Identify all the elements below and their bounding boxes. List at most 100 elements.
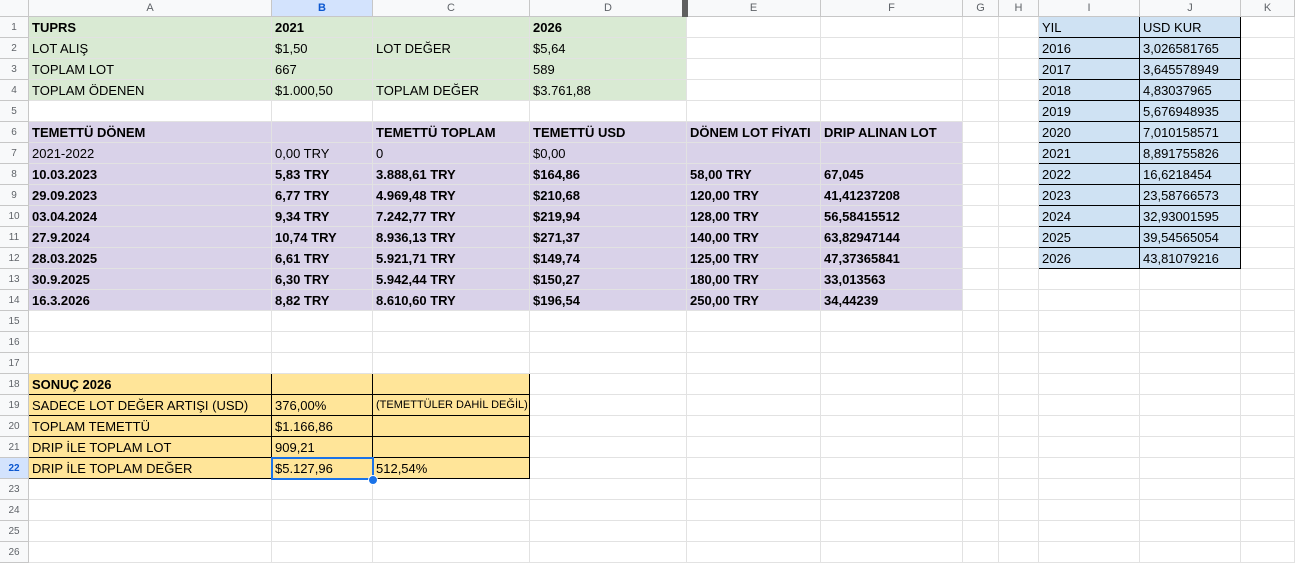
grid-cell[interactable] — [963, 311, 999, 332]
grid-cell[interactable] — [1039, 374, 1140, 395]
grid-cell[interactable] — [1241, 227, 1295, 248]
results-cell[interactable]: 512,54% — [373, 458, 530, 479]
column-header-b[interactable]: B — [272, 0, 373, 17]
grid-cell[interactable] — [530, 311, 687, 332]
grid-cell[interactable] — [963, 332, 999, 353]
fx-cell[interactable]: 2024 — [1039, 206, 1140, 227]
grid-cell[interactable] — [272, 101, 373, 122]
grid-cell[interactable] — [999, 416, 1039, 437]
dividend-cell[interactable]: 6,61 TRY — [272, 248, 373, 269]
dividend-cell[interactable]: 34,44239 — [821, 290, 963, 311]
grid-cell[interactable] — [821, 17, 963, 38]
grid-cell[interactable] — [821, 437, 963, 458]
grid-cell[interactable] — [272, 521, 373, 542]
fill-handle[interactable] — [368, 475, 378, 485]
dividend-cell[interactable]: $271,37 — [530, 227, 687, 248]
grid-cell[interactable] — [999, 101, 1039, 122]
grid-cell[interactable] — [1039, 290, 1140, 311]
grid-cell[interactable] — [687, 458, 821, 479]
row-header-24[interactable]: 24 — [0, 500, 29, 521]
row-header-26[interactable]: 26 — [0, 542, 29, 563]
results-cell[interactable]: 909,21 — [272, 437, 373, 458]
dividend-cell[interactable]: 250,00 TRY — [687, 290, 821, 311]
grid-cell[interactable] — [821, 101, 963, 122]
grid-cell[interactable] — [272, 542, 373, 563]
grid-cell[interactable] — [821, 479, 963, 500]
grid-cell[interactable] — [272, 500, 373, 521]
grid-cell[interactable] — [821, 353, 963, 374]
grid-cell[interactable] — [687, 395, 821, 416]
row-header-16[interactable]: 16 — [0, 332, 29, 353]
row-header-13[interactable]: 13 — [0, 269, 29, 290]
grid-cell[interactable] — [963, 143, 999, 164]
grid-cell[interactable] — [373, 479, 530, 500]
column-header-e[interactable]: E — [687, 0, 821, 17]
grid-cell[interactable] — [1241, 458, 1295, 479]
freeze-divider[interactable] — [682, 0, 688, 17]
grid-cell[interactable] — [963, 122, 999, 143]
grid-cell[interactable] — [999, 374, 1039, 395]
fx-cell[interactable]: 2017 — [1039, 59, 1140, 80]
grid-cell[interactable] — [963, 542, 999, 563]
row-header-6[interactable]: 6 — [0, 122, 29, 143]
fx-cell[interactable]: 39,54565054 — [1140, 227, 1241, 248]
grid-cell[interactable] — [1241, 542, 1295, 563]
grid-cell[interactable] — [1241, 164, 1295, 185]
grid-cell[interactable] — [963, 353, 999, 374]
grid-cell[interactable] — [1039, 395, 1140, 416]
dividend-cell[interactable]: 63,82947144 — [821, 227, 963, 248]
grid-cell[interactable] — [29, 101, 272, 122]
row-header-8[interactable]: 8 — [0, 164, 29, 185]
grid-cell[interactable] — [29, 332, 272, 353]
dividend-cell[interactable]: $219,94 — [530, 206, 687, 227]
grid-cell[interactable] — [1241, 17, 1295, 38]
grid-cell[interactable] — [999, 248, 1039, 269]
dividend-cell[interactable]: 16.3.2026 — [29, 290, 272, 311]
row-header-19[interactable]: 19 — [0, 395, 29, 416]
grid-cell[interactable] — [1241, 122, 1295, 143]
grid-cell[interactable] — [272, 332, 373, 353]
dividend-header-cell[interactable]: TEMETTÜ DÖNEM — [29, 122, 272, 143]
grid-cell[interactable] — [963, 164, 999, 185]
grid-cell[interactable] — [1039, 437, 1140, 458]
grid-cell[interactable] — [963, 395, 999, 416]
grid-cell[interactable] — [821, 500, 963, 521]
grid-cell[interactable] — [1140, 542, 1241, 563]
results-cell[interactable] — [272, 374, 373, 395]
grid-cell[interactable] — [999, 395, 1039, 416]
grid-cell[interactable] — [999, 80, 1039, 101]
dividend-cell[interactable]: 5.921,71 TRY — [373, 248, 530, 269]
fx-cell[interactable]: 2022 — [1039, 164, 1140, 185]
dividend-cell[interactable]: 140,00 TRY — [687, 227, 821, 248]
fx-cell[interactable]: 2021 — [1039, 143, 1140, 164]
row-header-11[interactable]: 11 — [0, 227, 29, 248]
summary-cell[interactable]: LOT DEĞER — [373, 38, 530, 59]
grid-cell[interactable] — [530, 437, 687, 458]
grid-cell[interactable] — [530, 416, 687, 437]
dividend-cell[interactable]: 8.610,60 TRY — [373, 290, 530, 311]
grid-cell[interactable] — [1140, 500, 1241, 521]
grid-cell[interactable] — [1039, 353, 1140, 374]
fx-cell[interactable]: 32,93001595 — [1140, 206, 1241, 227]
grid-cell[interactable] — [1140, 521, 1241, 542]
grid-cell[interactable] — [999, 500, 1039, 521]
dividend-cell[interactable]: 6,30 TRY — [272, 269, 373, 290]
grid-cell[interactable] — [1140, 374, 1241, 395]
grid-cell[interactable] — [687, 332, 821, 353]
grid-cell[interactable] — [1039, 500, 1140, 521]
row-header-18[interactable]: 18 — [0, 374, 29, 395]
grid-cell[interactable] — [687, 311, 821, 332]
grid-cell[interactable] — [963, 101, 999, 122]
grid-cell[interactable] — [1039, 521, 1140, 542]
column-header-k[interactable]: K — [1241, 0, 1295, 17]
grid-cell[interactable] — [373, 521, 530, 542]
dividend-header-cell[interactable]: DÖNEM LOT FİYATI — [687, 122, 821, 143]
dividend-cell[interactable]: 41,41237208 — [821, 185, 963, 206]
dividend-cell[interactable]: $164,86 — [530, 164, 687, 185]
grid-cell[interactable] — [530, 101, 687, 122]
row-header-2[interactable]: 2 — [0, 38, 29, 59]
grid-cell[interactable] — [1140, 269, 1241, 290]
grid-cell[interactable] — [1241, 479, 1295, 500]
grid-cell[interactable] — [821, 80, 963, 101]
grid-cell[interactable] — [373, 500, 530, 521]
